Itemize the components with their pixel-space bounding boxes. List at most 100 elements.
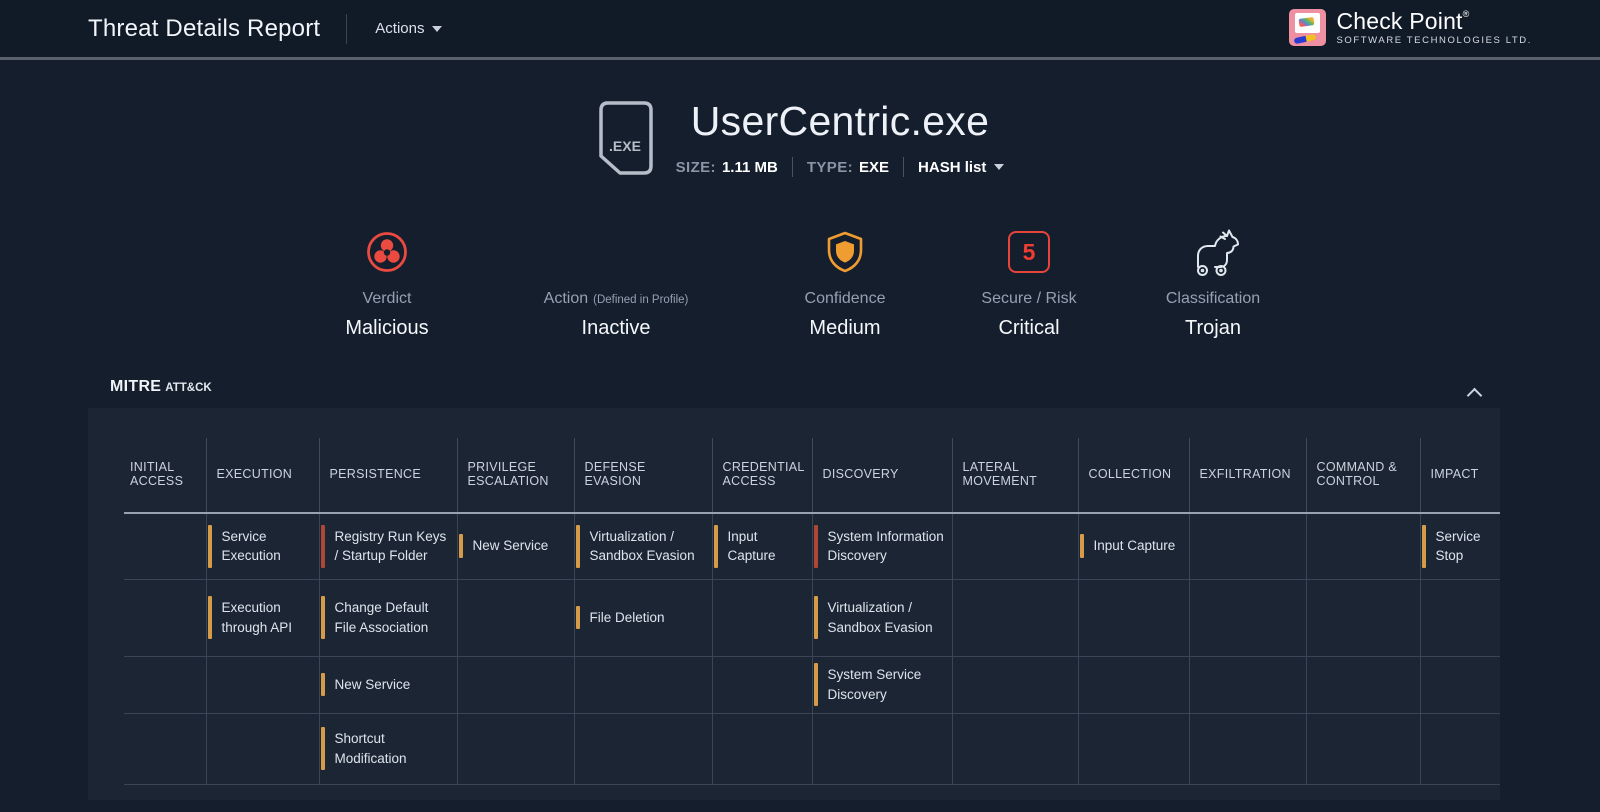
classification-badge: Classification Trojan [1158,224,1268,340]
technique-cell[interactable]: File Deletion [574,579,712,656]
registered-mark: ® [1463,9,1470,19]
empty-cell [1189,656,1306,713]
technique-label: Service Stop [1436,529,1481,564]
checkpoint-logo-icon [1289,9,1326,46]
severity-bar [1080,534,1084,558]
hash-list-dropdown[interactable]: HASH list [918,159,1004,176]
empty-cell [124,513,206,579]
confidence-label: Confidence [805,290,886,308]
chevron-down-icon [432,26,442,32]
severity-bar [459,534,463,558]
hash-list-label: HASH list [918,159,986,176]
empty-cell [1078,713,1189,784]
actions-label: Actions [375,20,424,37]
action-value: Inactive [582,317,651,340]
page-title: Threat Details Report [88,15,320,43]
monitor-icon [1295,13,1320,33]
severity-bar [321,673,325,697]
technique-cell[interactable]: System Information Discovery [812,513,952,579]
severity-bar [814,596,818,639]
type-label: TYPE: [807,159,853,176]
severity-bar [208,596,212,639]
column-header: DEFENSE EVASION [574,438,712,513]
action-note: (Defined in Profile) [593,294,688,306]
action-badge: Action(Defined in Profile) Inactive [516,224,716,340]
matrix-row: New Service System Service Discovery [124,656,1500,713]
empty-cell [457,656,574,713]
column-header: PRIVILEGE ESCALATION [457,438,574,513]
column-header: LATERAL MOVEMENT [952,438,1078,513]
empty-cell [1420,579,1500,656]
technique-label: New Service [473,538,549,553]
column-header: CREDENTIAL ACCESS [712,438,812,513]
technique-cell[interactable]: Service Stop [1420,513,1500,579]
meta-divider [792,157,793,177]
mitre-matrix: INITIAL ACCESSEXECUTIONPERSISTENCEPRIVIL… [124,438,1500,785]
technique-cell[interactable]: Input Capture [712,513,812,579]
empty-cell [574,713,712,784]
file-header: .EXE UserCentric.exe SIZE:1.11 MB TYPE:E… [0,98,1600,177]
empty-cell [124,713,206,784]
technique-cell[interactable]: New Service [457,513,574,579]
chevron-down-icon [994,164,1004,170]
classification-value: Trojan [1185,317,1241,340]
verdict-label: Verdict [363,290,412,308]
key-icon [1294,34,1317,44]
technique-cell[interactable]: Change Default File Association [319,579,457,656]
trojan-horse-icon [1185,227,1241,277]
empty-cell [952,713,1078,784]
technique-cell[interactable]: Service Execution [206,513,319,579]
exe-file-icon-label: .EXE [609,138,641,154]
severity-bar [576,606,580,630]
empty-cell [1306,579,1420,656]
technique-label: File Deletion [590,610,665,625]
empty-cell [1420,713,1500,784]
technique-label: Virtualization / Sandbox Evasion [828,600,933,635]
column-header: EXECUTION [206,438,319,513]
technique-cell[interactable]: Registry Run Keys / Startup Folder [319,513,457,579]
technique-cell[interactable]: System Service Discovery [812,656,952,713]
empty-cell [1078,656,1189,713]
empty-cell [952,513,1078,579]
empty-cell [1189,579,1306,656]
verdict-badge: Verdict Malicious [332,224,442,340]
severity-bar [321,525,325,568]
technique-cell[interactable]: Shortcut Modification [319,713,457,784]
technique-cell[interactable]: Input Capture [1078,513,1189,579]
technique-label: System Service Discovery [828,667,922,702]
size-label: SIZE: [676,159,716,176]
risk-label: Secure / Risk [981,290,1076,308]
technique-label: New Service [335,677,411,692]
severity-bar [321,596,325,639]
technique-cell[interactable]: New Service [319,656,457,713]
confidence-badge: Confidence Medium [790,224,900,340]
empty-cell [1189,513,1306,579]
technique-label: Virtualization / Sandbox Evasion [590,529,695,564]
empty-cell [1078,579,1189,656]
empty-cell [574,656,712,713]
matrix-row: Shortcut Modification [124,713,1500,784]
technique-cell[interactable]: Execution through API [206,579,319,656]
column-header: IMPACT [1420,438,1500,513]
exe-file-icon: .EXE [596,100,654,176]
actions-menu-button[interactable]: Actions [375,20,441,37]
empty-cell [457,579,574,656]
empty-cell [124,656,206,713]
top-bar: Threat Details Report Actions Check Poin… [0,0,1600,57]
technique-label: Registry Run Keys / Startup Folder [335,529,447,564]
collapse-section-icon[interactable] [1468,386,1481,399]
matrix-row: Execution through APIChange Default File… [124,579,1500,656]
risk-badge: 5 Secure / Risk Critical [974,224,1084,340]
file-meta: SIZE:1.11 MB TYPE:EXE HASH list [676,157,1005,177]
empty-cell [1420,656,1500,713]
column-header: DISCOVERY [812,438,952,513]
brand-name: Check Point [1336,8,1462,34]
empty-cell [1306,513,1420,579]
verdict-value: Malicious [345,317,428,340]
technique-cell[interactable]: Virtualization / Sandbox Evasion [574,513,712,579]
risk-value: Critical [998,317,1059,340]
technique-cell[interactable]: Virtualization / Sandbox Evasion [812,579,952,656]
mitre-title: MITRE [110,378,161,395]
column-header: EXFILTRATION [1189,438,1306,513]
column-header: COMMAND & CONTROL [1306,438,1420,513]
